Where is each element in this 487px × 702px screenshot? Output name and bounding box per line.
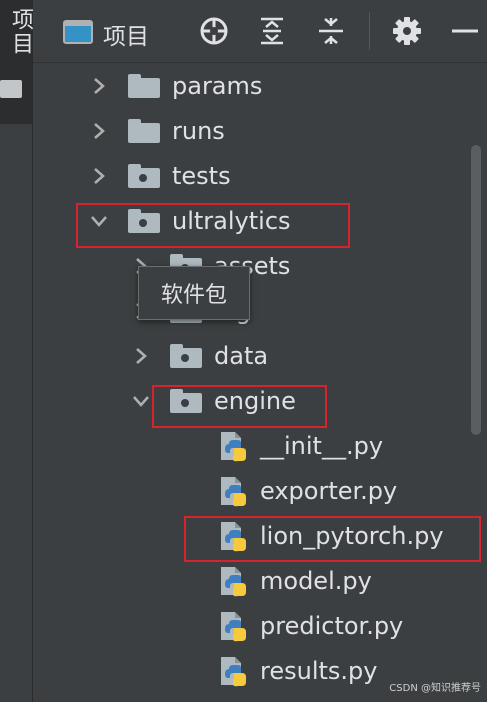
locate-icon[interactable] [197, 14, 231, 48]
project-tool-tab[interactable]: 项目 [0, 0, 33, 124]
project-tree: params runs tests ultralytics assets dat… [33, 63, 473, 702]
tree-item-runs[interactable]: runs [88, 108, 225, 153]
tree-scrollbar[interactable] [471, 145, 481, 435]
tree-item-label: runs [172, 116, 225, 145]
tooltip: 软件包 [138, 266, 250, 320]
tree-item-tests[interactable]: tests [88, 153, 231, 198]
expand-all-icon[interactable] [255, 14, 289, 48]
highlight-box-engine [152, 385, 327, 428]
chevron-right-icon[interactable] [88, 120, 110, 142]
tree-item-label: exporter.py [260, 476, 398, 505]
project-tool-tab-label: 项目 [8, 8, 33, 56]
folder-icon [0, 80, 22, 98]
tree-item-label: tests [172, 161, 231, 190]
project-view-icon[interactable] [63, 20, 93, 44]
python-file-icon [218, 655, 248, 687]
project-toolbar: 项目 [33, 0, 487, 63]
tree-item-data[interactable]: data [130, 333, 268, 378]
package-folder-icon [170, 343, 202, 368]
tree-item-label: __init__.py [260, 431, 384, 460]
folder-icon [128, 73, 160, 98]
chevron-right-icon[interactable] [88, 165, 110, 187]
chevron-down-icon[interactable] [130, 390, 152, 412]
tree-item-predictor-py[interactable]: predictor.py [218, 603, 403, 648]
tree-item-model-py[interactable]: model.py [218, 558, 372, 603]
tree-item-label: data [214, 341, 269, 370]
tree-item-label: results.py [260, 656, 378, 685]
gear-icon[interactable] [390, 14, 424, 48]
chevron-right-icon[interactable] [88, 75, 110, 97]
collapse-all-icon[interactable] [314, 14, 348, 48]
python-file-icon [218, 430, 248, 462]
python-file-icon [218, 610, 248, 642]
tree-item-params[interactable]: params [88, 63, 262, 108]
tree-item-label: params [172, 71, 263, 100]
toolbar-divider [369, 12, 370, 50]
watermark: CSDN @知识推荐号 [389, 683, 481, 694]
tree-item-label: predictor.py [260, 611, 404, 640]
python-file-icon [218, 475, 248, 507]
tree-item-exporter-py[interactable]: exporter.py [218, 468, 397, 513]
tool-window-strip: 项目 [0, 0, 33, 702]
highlight-box-ultralytics [76, 203, 350, 248]
tree-item-label: model.py [260, 566, 372, 595]
folder-icon [128, 118, 160, 143]
highlight-box-lion-pytorch [184, 516, 481, 562]
python-file-icon [218, 565, 248, 597]
tree-item-init-py[interactable]: __init__.py [218, 423, 383, 468]
tree-item-results-py[interactable]: results.py [218, 648, 377, 693]
project-title[interactable]: 项目 [103, 17, 149, 51]
chevron-right-icon[interactable] [130, 345, 152, 367]
package-folder-icon [128, 163, 160, 188]
minimize-icon[interactable] [448, 14, 482, 48]
